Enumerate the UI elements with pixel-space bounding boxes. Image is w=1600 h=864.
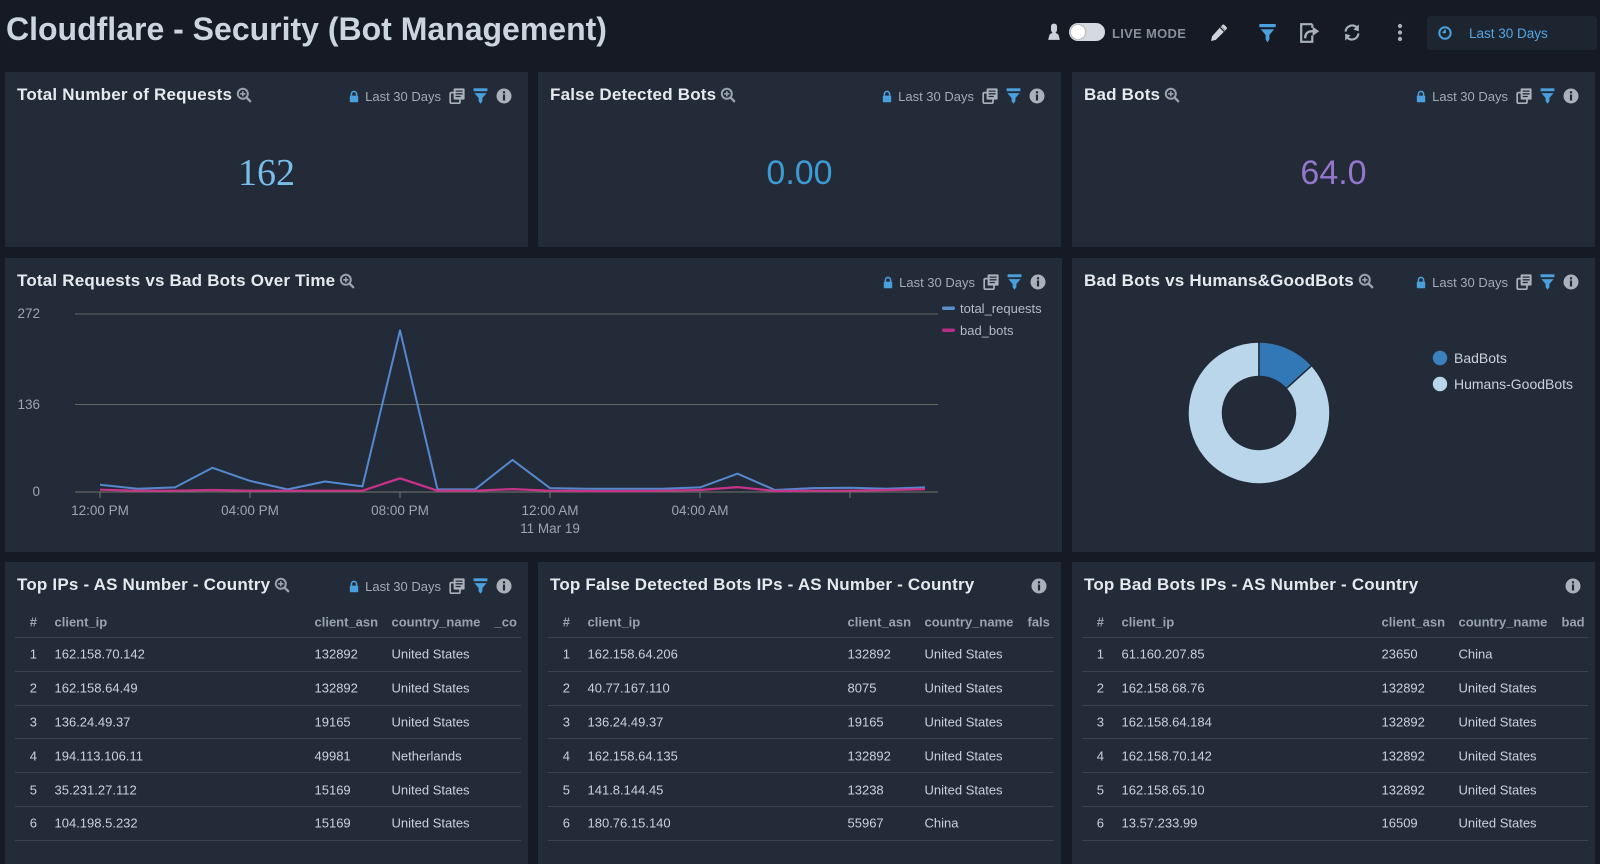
svg-text:04:00 PM: 04:00 PM bbox=[221, 503, 279, 518]
svg-text:136: 136 bbox=[17, 397, 40, 412]
svg-text:12:00 PM: 12:00 PM bbox=[71, 503, 129, 518]
svg-text:08:00 PM: 08:00 PM bbox=[371, 503, 429, 518]
svg-text:0: 0 bbox=[32, 484, 40, 499]
svg-text:BadBots: BadBots bbox=[1454, 350, 1507, 366]
svg-text:272: 272 bbox=[17, 306, 40, 321]
svg-text:total_requests: total_requests bbox=[960, 301, 1042, 316]
svg-text:bad_bots: bad_bots bbox=[960, 323, 1014, 338]
svg-text:11 Mar 19: 11 Mar 19 bbox=[520, 521, 580, 536]
svg-text:Humans-GoodBots: Humans-GoodBots bbox=[1454, 376, 1573, 392]
svg-text:12:00 AM: 12:00 AM bbox=[521, 503, 578, 518]
svg-text:04:00 AM: 04:00 AM bbox=[671, 503, 728, 518]
